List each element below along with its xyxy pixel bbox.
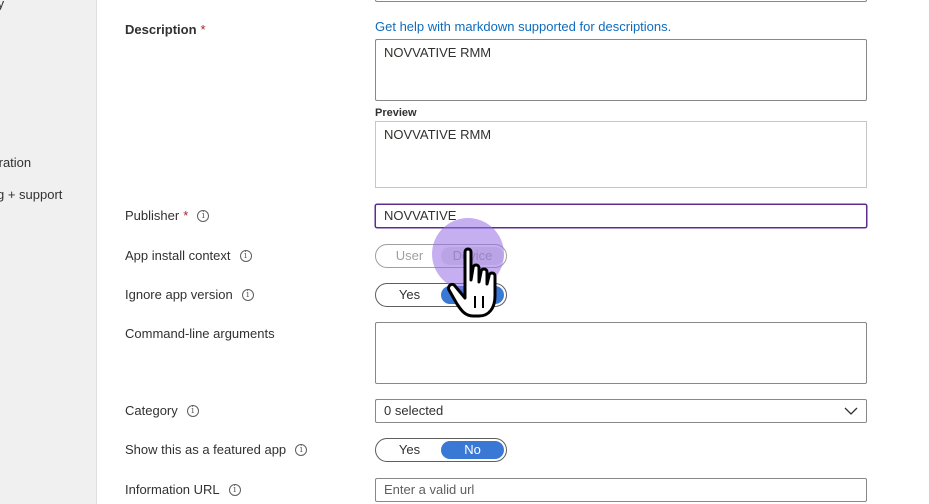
ignore-version-label-text: Ignore app version	[125, 287, 233, 302]
chevron-down-icon	[844, 407, 858, 415]
command-line-textarea[interactable]	[375, 322, 867, 384]
markdown-help-link[interactable]: Get help with markdown supported for des…	[375, 19, 867, 34]
info-icon[interactable]: i	[295, 443, 308, 456]
command-line-label: Command-line arguments	[125, 326, 275, 341]
info-url-input[interactable]: Enter a valid url	[375, 478, 867, 502]
featured-toggle[interactable]: Yes No	[375, 438, 507, 462]
toggle-option-yes[interactable]: Yes	[378, 441, 441, 459]
install-context-label-text: App install context	[125, 248, 231, 263]
required-marker: *	[200, 22, 206, 37]
info-icon[interactable]: i	[241, 288, 254, 301]
left-nav: ty tration g + support	[0, 0, 97, 504]
ignore-version-label: Ignore app version i	[125, 287, 254, 302]
ignore-version-toggle[interactable]: Yes No	[375, 283, 507, 307]
description-label: Description *	[125, 22, 206, 37]
category-label: Category i	[125, 403, 199, 418]
info-icon[interactable]: i	[197, 209, 210, 222]
toggle-option-device[interactable]: Device	[441, 247, 504, 265]
nav-item-help-support[interactable]: g + support	[0, 187, 62, 202]
category-value: 0 selected	[384, 403, 444, 418]
publisher-label: Publisher * i	[125, 208, 210, 223]
info-url-label-text: Information URL	[125, 482, 220, 497]
preview-label: Preview	[375, 107, 417, 119]
required-marker: *	[183, 208, 189, 223]
publisher-label-text: Publisher	[125, 208, 180, 223]
info-icon[interactable]: i	[186, 404, 199, 417]
description-label-text: Description	[125, 22, 197, 37]
description-textarea[interactable]: NOVVATIVE RMM	[375, 39, 867, 101]
featured-label-text: Show this as a featured app	[125, 442, 287, 457]
install-context-label: App install context i	[125, 248, 252, 263]
category-dropdown[interactable]: 0 selected	[375, 399, 867, 423]
toggle-option-no[interactable]: No	[441, 441, 504, 459]
install-context-toggle[interactable]: User Device	[375, 244, 507, 268]
description-preview: NOVVATIVE RMM	[375, 121, 867, 188]
featured-label: Show this as a featured app i	[125, 442, 308, 457]
category-label-text: Category	[125, 403, 178, 418]
app-form: Description * Get help with markdown sup…	[97, 0, 929, 504]
info-url-label: Information URL i	[125, 482, 241, 497]
info-icon[interactable]: i	[228, 483, 241, 496]
toggle-option-user[interactable]: User	[378, 247, 441, 265]
command-line-label-text: Command-line arguments	[125, 326, 275, 341]
info-icon[interactable]: i	[239, 249, 252, 262]
toggle-option-no[interactable]: No	[441, 286, 504, 304]
nav-item-administration[interactable]: tration	[0, 155, 31, 170]
nav-item-properties[interactable]: ty	[0, 0, 4, 11]
previous-field-edge	[375, 0, 867, 2]
publisher-input[interactable]: NOVVATIVE	[375, 204, 867, 228]
toggle-option-yes[interactable]: Yes	[378, 286, 441, 304]
